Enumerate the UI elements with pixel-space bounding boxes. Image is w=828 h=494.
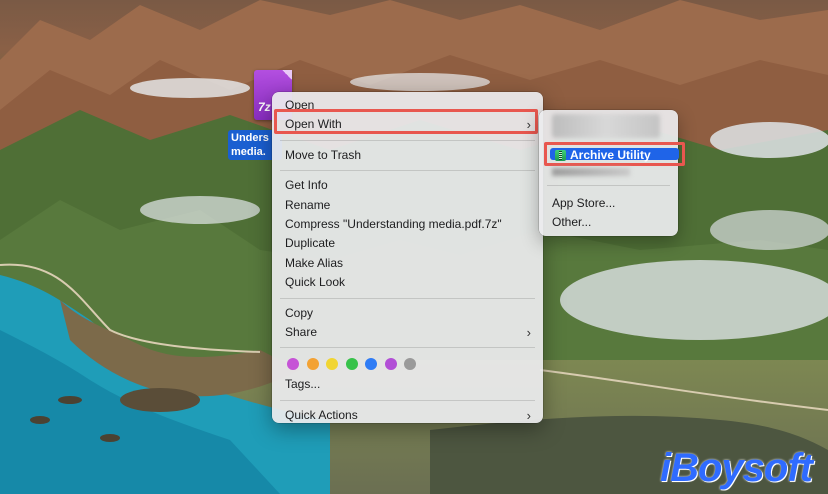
archive-utility-highlight-box: Archive Utility	[544, 142, 685, 166]
menu-item-label: Quick Look	[285, 275, 346, 290]
menu-item-tags[interactable]: Tags...	[272, 375, 543, 394]
menu-item-open-with[interactable]: Open With ›	[272, 115, 543, 134]
context-menu: Open Open With › Move to Trash Get Info …	[272, 92, 543, 423]
menu-item-quick-look[interactable]: Quick Look	[272, 273, 543, 292]
submenu-item-label: Archive Utility	[570, 148, 651, 162]
menu-separator	[547, 185, 670, 186]
menu-item-label: Tags...	[285, 377, 321, 392]
menu-item-label: Make Alias	[285, 255, 344, 270]
menu-item-label: Compress "Understanding media.pdf.7z"	[285, 216, 502, 231]
chevron-right-icon: ›	[526, 407, 531, 423]
menu-item-rename[interactable]: Rename	[272, 196, 543, 215]
open-with-submenu: Archive Utility App Store... Other...	[539, 110, 685, 236]
blurred-app-item	[552, 114, 660, 138]
menu-item-quick-actions[interactable]: Quick Actions ›	[272, 406, 543, 425]
menu-separator	[280, 297, 535, 299]
menu-separator	[280, 347, 535, 349]
menu-item-get-info[interactable]: Get Info	[272, 176, 543, 195]
iboysoft-watermark: iBoysoft	[660, 446, 813, 490]
menu-item-copy[interactable]: Copy	[272, 304, 543, 323]
file-extension-label: 7z	[258, 100, 271, 114]
archive-utility-icon	[555, 150, 566, 161]
menu-item-compress[interactable]: Compress "Understanding media.pdf.7z"	[272, 215, 543, 234]
submenu-item-app-store[interactable]: App Store...	[552, 196, 615, 210]
tag-color-dot-1[interactable]	[287, 358, 299, 371]
submenu-item-archive-utility[interactable]: Archive Utility	[550, 148, 679, 162]
menu-separator	[280, 139, 535, 141]
menu-separator	[280, 170, 535, 172]
tag-color-dot-5[interactable]	[365, 358, 377, 371]
menu-item-share[interactable]: Share ›	[272, 323, 543, 342]
menu-item-label: Rename	[285, 197, 331, 212]
tag-color-dot-4[interactable]	[345, 358, 358, 371]
blurred-app-item	[552, 168, 630, 176]
tag-color-dot-3[interactable]	[326, 358, 338, 371]
menu-item-move-to-trash[interactable]: Move to Trash	[272, 146, 543, 165]
menu-item-open[interactable]: Open	[272, 96, 543, 115]
menu-item-label: Get Info	[285, 178, 328, 193]
menu-item-label: Open With	[285, 117, 342, 132]
menu-item-label: Share	[285, 324, 318, 339]
menu-item-make-alias[interactable]: Make Alias	[272, 254, 543, 273]
tag-color-dot-7[interactable]	[404, 358, 416, 371]
submenu-item-other[interactable]: Other...	[552, 215, 591, 229]
menu-item-label: Move to Trash	[285, 147, 362, 162]
menu-item-label: Copy	[285, 305, 314, 320]
menu-separator	[280, 399, 535, 401]
menu-item-label: Duplicate	[285, 236, 336, 251]
menu-item-label: Open	[285, 98, 315, 112]
menu-item-label: Quick Actions	[285, 407, 358, 422]
chevron-right-icon: ›	[526, 324, 531, 340]
tag-colors-row	[272, 353, 543, 375]
chevron-right-icon: ›	[526, 117, 531, 133]
menu-item-duplicate[interactable]: Duplicate	[272, 234, 543, 253]
tag-color-dot-6[interactable]	[384, 358, 397, 371]
tag-color-dot-2[interactable]	[306, 358, 319, 371]
